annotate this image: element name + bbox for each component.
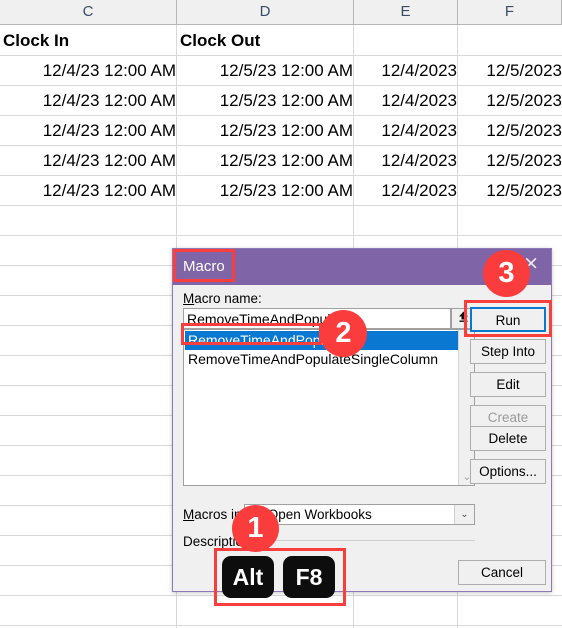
cell-e4[interactable]: 12/4/2023	[354, 116, 461, 145]
cell-e3[interactable]: 12/4/2023	[354, 86, 461, 115]
arrow-up-icon	[457, 310, 470, 328]
cell-d4[interactable]: 12/5/23 12:00 AM	[177, 116, 357, 145]
keycap-alt: Alt	[222, 556, 274, 598]
cell-c4[interactable]: 12/4/23 12:00 AM	[0, 116, 180, 145]
keycap-f8: F8	[283, 556, 335, 598]
cell-e2[interactable]: 12/4/2023	[354, 56, 461, 85]
cell-d1[interactable]: Clock Out	[177, 26, 356, 55]
cell-e6[interactable]: 12/4/2023	[354, 176, 461, 205]
cell-f6[interactable]: 12/5/2023	[458, 176, 562, 205]
edit-button[interactable]: Edit	[470, 372, 546, 397]
list-item[interactable]: RemoveTimeAndPopulateSingleColumn	[185, 350, 458, 369]
grid-line-horizontal	[0, 595, 562, 596]
macro-name-input[interactable]: RemoveTimeAndPopulate	[183, 308, 451, 329]
grid-line-horizontal	[0, 235, 562, 236]
column-header-f[interactable]: F	[458, 0, 562, 24]
column-header-c[interactable]: C	[0, 0, 177, 24]
cell-f4[interactable]: 12/5/2023	[458, 116, 562, 145]
step-badge-2: 2	[320, 310, 367, 357]
cell-e5[interactable]: 12/4/2023	[354, 146, 461, 175]
delete-button[interactable]: Delete	[470, 426, 546, 451]
cell-c5[interactable]: 12/4/23 12:00 AM	[0, 146, 180, 175]
dialog-title: Macro	[183, 258, 225, 275]
cell-d6[interactable]: 12/5/23 12:00 AM	[177, 176, 357, 205]
macros-in-combobox[interactable]: All Open Workbooks ⌄	[244, 504, 475, 525]
cell-d3[interactable]: 12/5/23 12:00 AM	[177, 86, 357, 115]
step-badge-1: 1	[232, 505, 279, 552]
step-badge-3: 3	[483, 250, 530, 297]
description-divider	[249, 540, 475, 541]
column-header-row: C D E F	[0, 0, 562, 25]
cell-d5[interactable]: 12/5/23 12:00 AM	[177, 146, 357, 175]
cell-f5[interactable]: 12/5/2023	[458, 146, 562, 175]
cell-c1[interactable]: Clock In	[0, 26, 179, 55]
grid-line-horizontal	[0, 205, 562, 206]
screenshot-root: C D E F Clock In Clock Out 12/4/23 12:00…	[0, 0, 562, 628]
options-button[interactable]: Options...	[470, 459, 546, 484]
cell-d2[interactable]: 12/5/23 12:00 AM	[177, 56, 357, 85]
cell-c2[interactable]: 12/4/23 12:00 AM	[0, 56, 180, 85]
cell-f3[interactable]: 12/5/2023	[458, 86, 562, 115]
column-header-e[interactable]: E	[354, 0, 458, 24]
cancel-button[interactable]: Cancel	[458, 560, 546, 585]
macro-name-label: Macro name:	[183, 291, 262, 306]
column-header-d[interactable]: D	[177, 0, 354, 24]
cell-c3[interactable]: 12/4/23 12:00 AM	[0, 86, 180, 115]
macro-dialog: Macro ? × Macro name: RemoveTimeAndPopul…	[172, 248, 552, 592]
grid-line-horizontal	[0, 625, 562, 626]
chevron-down-icon[interactable]: ⌄	[454, 505, 474, 524]
run-button[interactable]: Run	[470, 307, 546, 332]
cell-c6[interactable]: 12/4/23 12:00 AM	[0, 176, 180, 205]
cell-f2[interactable]: 12/5/2023	[458, 56, 562, 85]
step-into-button[interactable]: Step Into	[470, 339, 546, 364]
